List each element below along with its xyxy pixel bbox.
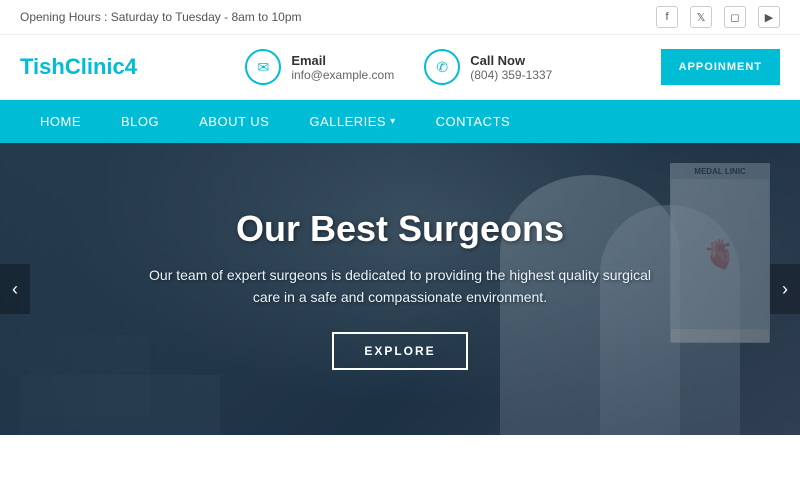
nav-contacts[interactable]: CONTACTS (416, 100, 531, 143)
call-label: Call Now (470, 53, 552, 68)
hero-content: Our Best Surgeons Our team of expert sur… (0, 143, 800, 435)
nav-galleries[interactable]: GALLERIES ▾ (289, 100, 415, 143)
hero-subtitle: Our team of expert surgeons is dedicated… (140, 264, 660, 309)
site-header: TishClinic4 ✉ Email info@example.com ✆ C… (0, 35, 800, 100)
phone-contact: ✆ Call Now (804) 359-1337 (424, 49, 552, 85)
social-links: f 𝕏 ◻ ▶ (656, 6, 780, 28)
email-value: info@example.com (291, 68, 394, 82)
nav-blog[interactable]: BLOG (101, 100, 179, 143)
nav-about[interactable]: ABOUT US (179, 100, 289, 143)
hero-section: MEDAL LINIC 🫀 ‹ › Our Best Surgeons Our … (0, 143, 800, 435)
youtube-icon[interactable]: ▶ (758, 6, 780, 28)
nav-home[interactable]: HOME (20, 100, 101, 143)
twitter-icon[interactable]: 𝕏 (690, 6, 712, 28)
top-bar: Opening Hours : Saturday to Tuesday - 8a… (0, 0, 800, 35)
site-logo[interactable]: TishClinic4 (20, 54, 137, 80)
appointment-button[interactable]: APPOINMENT (661, 49, 780, 85)
email-label: Email (291, 53, 394, 68)
email-contact: ✉ Email info@example.com (245, 49, 394, 85)
explore-button[interactable]: EXPLORE (332, 332, 467, 370)
instagram-icon[interactable]: ◻ (724, 6, 746, 28)
opening-hours: Opening Hours : Saturday to Tuesday - 8a… (20, 10, 301, 24)
facebook-icon[interactable]: f (656, 6, 678, 28)
carousel-next[interactable]: › (770, 264, 800, 314)
hero-title: Our Best Surgeons (236, 208, 564, 250)
galleries-dropdown-arrow: ▾ (390, 116, 396, 127)
phone-icon: ✆ (424, 49, 460, 85)
main-nav: HOME BLOG ABOUT US GALLERIES ▾ CONTACTS (0, 100, 800, 143)
call-value: (804) 359-1337 (470, 68, 552, 82)
carousel-prev[interactable]: ‹ (0, 264, 30, 314)
contact-info: ✉ Email info@example.com ✆ Call Now (804… (245, 49, 552, 85)
email-icon: ✉ (245, 49, 281, 85)
